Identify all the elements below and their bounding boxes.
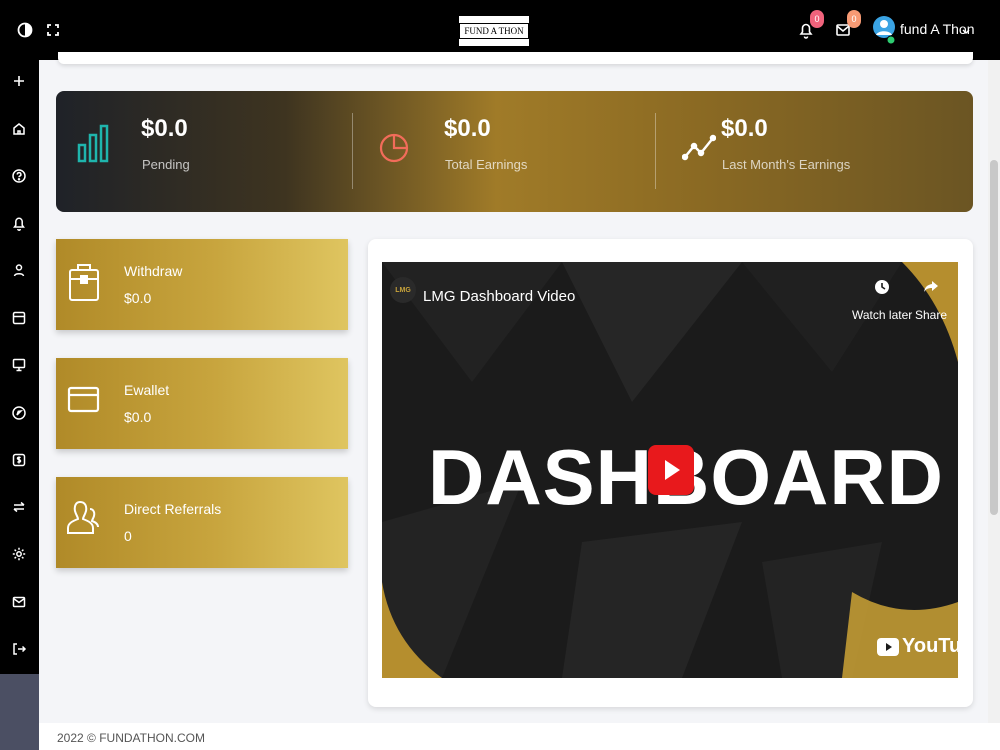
referrals-value: 0 bbox=[124, 528, 132, 544]
toggle-icon[interactable] bbox=[15, 20, 35, 40]
transfer-icon[interactable] bbox=[10, 498, 28, 516]
copyright-text: 2022 © FUNDATHON.COM bbox=[57, 731, 205, 745]
user-icon[interactable] bbox=[10, 261, 28, 279]
share-label: Share bbox=[915, 308, 948, 322]
notifications-button[interactable]: 0 bbox=[796, 10, 824, 40]
youtube-embed[interactable]: LMG LMG Dashboard Video Watch later Shar… bbox=[382, 262, 958, 678]
mail-icon[interactable] bbox=[10, 593, 28, 611]
bell-icon[interactable] bbox=[10, 214, 28, 232]
earnings-summary: $0.0 Pending $0.0 Total Earnings $0.0 La… bbox=[56, 91, 973, 212]
watch-later-button[interactable]: Watch later bbox=[852, 277, 912, 322]
help-icon[interactable] bbox=[10, 167, 28, 185]
stat-pending: $0.0 Pending bbox=[56, 91, 352, 212]
watch-later-label: Watch later bbox=[852, 308, 913, 322]
plus-icon[interactable] bbox=[10, 72, 28, 90]
sidebar-footer bbox=[0, 674, 39, 750]
scrollbar-thumb[interactable] bbox=[990, 160, 998, 515]
ewallet-value: $0.0 bbox=[124, 409, 152, 425]
users-icon bbox=[66, 497, 102, 543]
share-button[interactable]: Share bbox=[915, 277, 947, 322]
monitor-icon[interactable] bbox=[10, 356, 28, 374]
trend-line-icon bbox=[681, 132, 717, 172]
withdraw-value: $0.0 bbox=[124, 290, 152, 306]
footer: 2022 © FUNDATHON.COM bbox=[39, 723, 1000, 750]
fullscreen-icon[interactable] bbox=[43, 20, 63, 40]
referrals-title: Direct Referrals bbox=[124, 501, 222, 517]
ewallet-card[interactable]: Ewallet $0.0 bbox=[56, 358, 348, 449]
stat-last-month: $0.0 Last Month's Earnings bbox=[656, 91, 973, 212]
total-earnings-label: Total Earnings bbox=[445, 157, 528, 172]
play-icon bbox=[665, 460, 680, 480]
video-title[interactable]: LMG Dashboard Video bbox=[423, 288, 575, 305]
home-icon[interactable] bbox=[10, 120, 28, 138]
top-navbar: FUND A THON 0 0 fund A Thon bbox=[0, 0, 1000, 60]
logo-text: FUND A THON bbox=[459, 23, 529, 39]
pending-label: Pending bbox=[142, 157, 190, 172]
layout-icon[interactable] bbox=[10, 309, 28, 327]
top-panel-edge bbox=[58, 52, 973, 64]
messages-button[interactable]: 0 bbox=[833, 10, 861, 40]
last-month-label: Last Month's Earnings bbox=[722, 157, 851, 172]
play-button[interactable] bbox=[648, 445, 694, 495]
withdraw-card[interactable]: Withdraw $0.0 bbox=[56, 239, 348, 330]
compass-icon[interactable] bbox=[10, 404, 28, 422]
youtube-brand-text: YouTube bbox=[902, 635, 958, 657]
stat-total-earnings: $0.0 Total Earnings bbox=[353, 91, 655, 212]
share-icon bbox=[924, 281, 939, 292]
referrals-card[interactable]: Direct Referrals 0 bbox=[56, 477, 348, 568]
last-month-value: $0.0 bbox=[721, 115, 768, 142]
pending-value: $0.0 bbox=[141, 115, 188, 142]
credit-card-icon bbox=[66, 378, 102, 424]
channel-logo[interactable]: LMG bbox=[390, 277, 416, 303]
withdraw-title: Withdraw bbox=[124, 263, 183, 279]
messages-badge: 0 bbox=[847, 10, 861, 28]
bar-chart-icon bbox=[76, 124, 110, 164]
notifications-badge: 0 bbox=[810, 10, 824, 28]
pie-chart-icon bbox=[378, 127, 412, 167]
avatar-icon[interactable] bbox=[872, 13, 896, 45]
youtube-logo[interactable]: YouTube bbox=[877, 635, 958, 658]
briefcase-icon bbox=[66, 259, 102, 305]
ewallet-title: Ewallet bbox=[124, 382, 170, 398]
sidebar bbox=[0, 60, 39, 750]
video-panel: LMG LMG Dashboard Video Watch later Shar… bbox=[368, 239, 973, 707]
brand-logo[interactable]: FUND A THON bbox=[459, 16, 529, 46]
logout-icon[interactable] bbox=[10, 640, 28, 658]
chevron-down-icon[interactable] bbox=[962, 24, 970, 34]
youtube-icon bbox=[877, 637, 899, 656]
total-earnings-value: $0.0 bbox=[444, 115, 491, 142]
clock-icon bbox=[875, 280, 890, 294]
page-scrollbar[interactable] bbox=[988, 60, 1000, 723]
money-icon[interactable] bbox=[10, 451, 28, 469]
settings-icon[interactable] bbox=[10, 545, 28, 563]
